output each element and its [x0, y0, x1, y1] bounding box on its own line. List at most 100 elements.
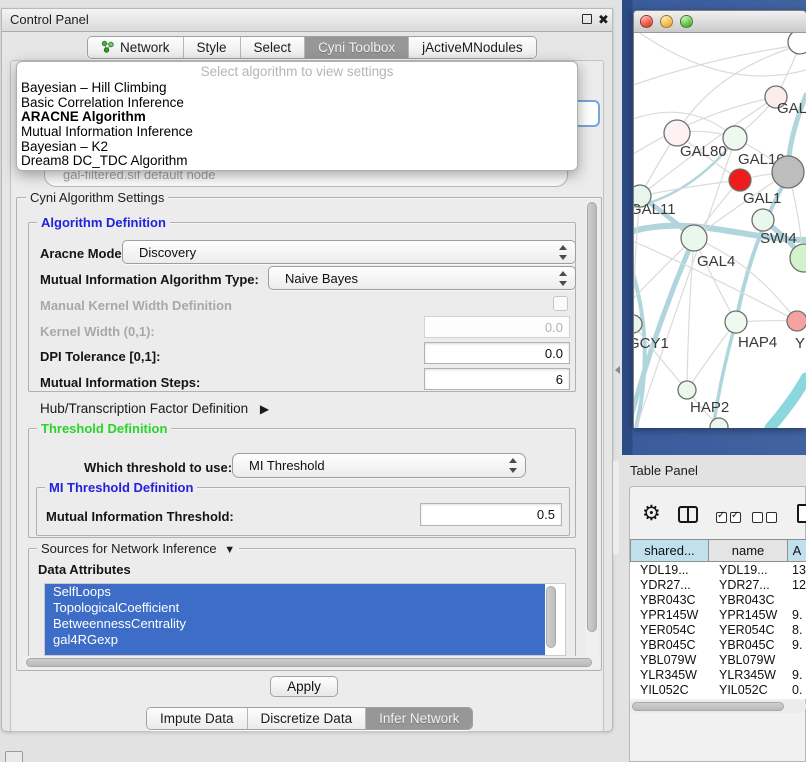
mi-type-select[interactable]: Naive Bayes: [268, 266, 576, 290]
deselect-all-checkboxes-icon[interactable]: [752, 510, 777, 528]
table-row[interactable]: YPR145WYPR145W9.: [630, 607, 806, 622]
sources-title-row[interactable]: Sources for Network Inference ▼: [37, 541, 239, 558]
algorithm-option-bayesian-hill-climbing[interactable]: Bayesian – Hill Climbing: [17, 81, 577, 96]
table-row[interactable]: YER054CYER054C8.: [630, 622, 806, 637]
network-node-gal10[interactable]: [723, 126, 747, 150]
new-file-icon[interactable]: [797, 504, 806, 523]
algorithm-option-bayesian-k2[interactable]: Bayesian – K2: [17, 140, 577, 155]
settings-horizontal-scrollbar[interactable]: [22, 656, 600, 669]
kernel-width-field[interactable]: 0.0: [424, 316, 570, 338]
data-attributes-list[interactable]: SelfLoopsTopologicalCoefficientBetweenne…: [44, 583, 566, 656]
control-panel-titlebar[interactable]: Control Panel: [2, 9, 612, 32]
combo-arrows-icon: [558, 270, 568, 287]
tab-cyni-toolbox[interactable]: Cyni Toolbox: [305, 37, 409, 58]
node-label: GAL11: [634, 201, 676, 218]
splitter-handle[interactable]: [613, 460, 619, 555]
node-label: GAL80: [680, 143, 727, 160]
apply-button[interactable]: Apply: [270, 676, 338, 697]
close-icon[interactable]: ✖: [598, 13, 609, 26]
mi-steps-field[interactable]: 6: [424, 368, 570, 390]
algorithm-option-dream8-dc-tdc-algorithm[interactable]: Dream8 DC_TDC Algorithm: [17, 154, 577, 169]
network-node-y[interactable]: [787, 311, 806, 331]
attribute-item-partial[interactable]: [45, 648, 545, 655]
table-row[interactable]: YLR345WYLR345W9.: [630, 667, 806, 682]
aracne-mode-select[interactable]: Discovery: [122, 240, 576, 264]
column-header-name[interactable]: name: [709, 539, 788, 562]
gear-icon[interactable]: ⚙: [642, 503, 661, 524]
tab-infer-network[interactable]: Infer Network: [366, 708, 472, 729]
list-vertical-scrollbar[interactable]: [546, 586, 556, 648]
which-threshold-value: MI Threshold: [249, 458, 325, 473]
network-node-hap2[interactable]: [678, 381, 696, 399]
control-panel-tabs: Network Style SelectCyni Toolbox jActiveMNo…: [87, 36, 537, 59]
attribute-item-betweennesscentrality[interactable]: BetweennessCentrality: [45, 616, 545, 632]
column-header-cut[interactable]: A: [788, 539, 806, 562]
algorithm-dropdown: Select algorithm to view settings Bayesi…: [16, 61, 578, 171]
network-node-gal4[interactable]: [681, 225, 707, 251]
tab-label: Network: [120, 40, 170, 55]
algorithm-option-aracne-algorithm[interactable]: ARACNE Algorithm: [17, 110, 577, 125]
table-row[interactable]: YDL19...YDL19...13: [630, 562, 806, 577]
table-row[interactable]: YBR045CYBR045C9.: [630, 637, 806, 652]
table-cell: YBR045C: [630, 637, 709, 652]
table-row[interactable]: YDR27...YDR27...12: [630, 577, 806, 592]
tab-discretize-data[interactable]: Discretize Data: [248, 708, 367, 729]
table-panel-title: Table Panel: [630, 463, 698, 478]
hub-definition-toggle[interactable]: Hub/Transcription Factor Definition ▶: [40, 401, 269, 416]
collapsed-arrow-icon[interactable]: ▶: [260, 402, 269, 416]
tab-style[interactable]: Style: [184, 37, 241, 58]
select-all-checkboxes-icon[interactable]: [716, 510, 741, 528]
network-edge[interactable]: [770, 378, 806, 428]
network-node-swi4[interactable]: [752, 209, 774, 231]
network-canvas[interactable]: GALGAL80GAL10GAL1GAL11SWI4GAL4GCY1HAP4YH…: [634, 33, 806, 428]
attribute-item-gal4rgexp[interactable]: gal4RGexp: [45, 632, 545, 648]
table-row[interactable]: YBR043CYBR043C: [630, 592, 806, 607]
float-window-icon[interactable]: [582, 14, 592, 24]
table-horizontal-scrollbar[interactable]: [630, 700, 806, 713]
network-edge[interactable]: [634, 45, 800, 86]
network-icon: [101, 40, 114, 56]
mi-type-value: Naive Bayes: [285, 271, 358, 286]
algorithm-option-basic-correlation-inference[interactable]: Basic Correlation Inference: [17, 96, 577, 111]
close-traffic-light-icon[interactable]: [640, 15, 653, 28]
columns-icon[interactable]: [678, 506, 698, 523]
network-edge[interactable]: [640, 33, 806, 76]
which-threshold-select[interactable]: MI Threshold: [232, 453, 526, 478]
dpi-tolerance-label: DPI Tolerance [0,1]:: [40, 349, 160, 364]
network-node[interactable]: [788, 33, 806, 54]
network-node[interactable]: [772, 156, 804, 188]
table-cell: 13: [788, 562, 806, 577]
tab-jactivemnodules[interactable]: jActiveMNodules: [409, 37, 536, 58]
tab-network[interactable]: Network: [88, 37, 184, 58]
tab-select[interactable]: Select: [241, 37, 306, 58]
network-node-gal1[interactable]: [729, 169, 751, 191]
table-cell: YLR345W: [709, 667, 788, 682]
table-row[interactable]: YBL079WYBL079W: [630, 652, 806, 667]
tab-label: jActiveMNodules: [422, 40, 523, 55]
zoom-traffic-light-icon[interactable]: [680, 15, 693, 28]
table-cell: 12: [788, 577, 806, 592]
splitter-collapse-icon[interactable]: [615, 366, 620, 374]
tab-label: Style: [197, 40, 227, 55]
table-row[interactable]: YIL052CYIL052C0.: [630, 682, 806, 697]
settings-vertical-scrollbar[interactable]: [585, 200, 599, 668]
screen: Control Panel ✖ Network Style SelectCyni T…: [0, 0, 806, 762]
tab-label: Impute Data: [160, 711, 234, 726]
dpi-tolerance-field[interactable]: 0.0: [424, 342, 570, 364]
manual-kernel-checkbox[interactable]: [553, 296, 568, 311]
algorithm-option-mutual-information-inference[interactable]: Mutual Information Inference: [17, 125, 577, 140]
table-cell: 9.: [788, 667, 806, 682]
node-label: GAL4: [697, 253, 735, 270]
combo-arrows-icon: [558, 244, 568, 261]
docked-panel-icon[interactable]: [5, 751, 23, 762]
network-node-hap4[interactable]: [725, 311, 747, 333]
network-edge[interactable]: [694, 238, 736, 322]
expanded-arrow-icon[interactable]: ▼: [224, 544, 235, 556]
column-header-shared-name[interactable]: shared...: [630, 539, 709, 562]
minimize-traffic-light-icon[interactable]: [660, 15, 673, 28]
tab-impute-data[interactable]: Impute Data: [147, 708, 248, 729]
table-cell: YBR045C: [709, 637, 788, 652]
mi-threshold-field[interactable]: 0.5: [420, 503, 562, 526]
attribute-item-selfloops[interactable]: SelfLoops: [45, 584, 545, 600]
attribute-item-topologicalcoefficient[interactable]: TopologicalCoefficient: [45, 600, 545, 616]
